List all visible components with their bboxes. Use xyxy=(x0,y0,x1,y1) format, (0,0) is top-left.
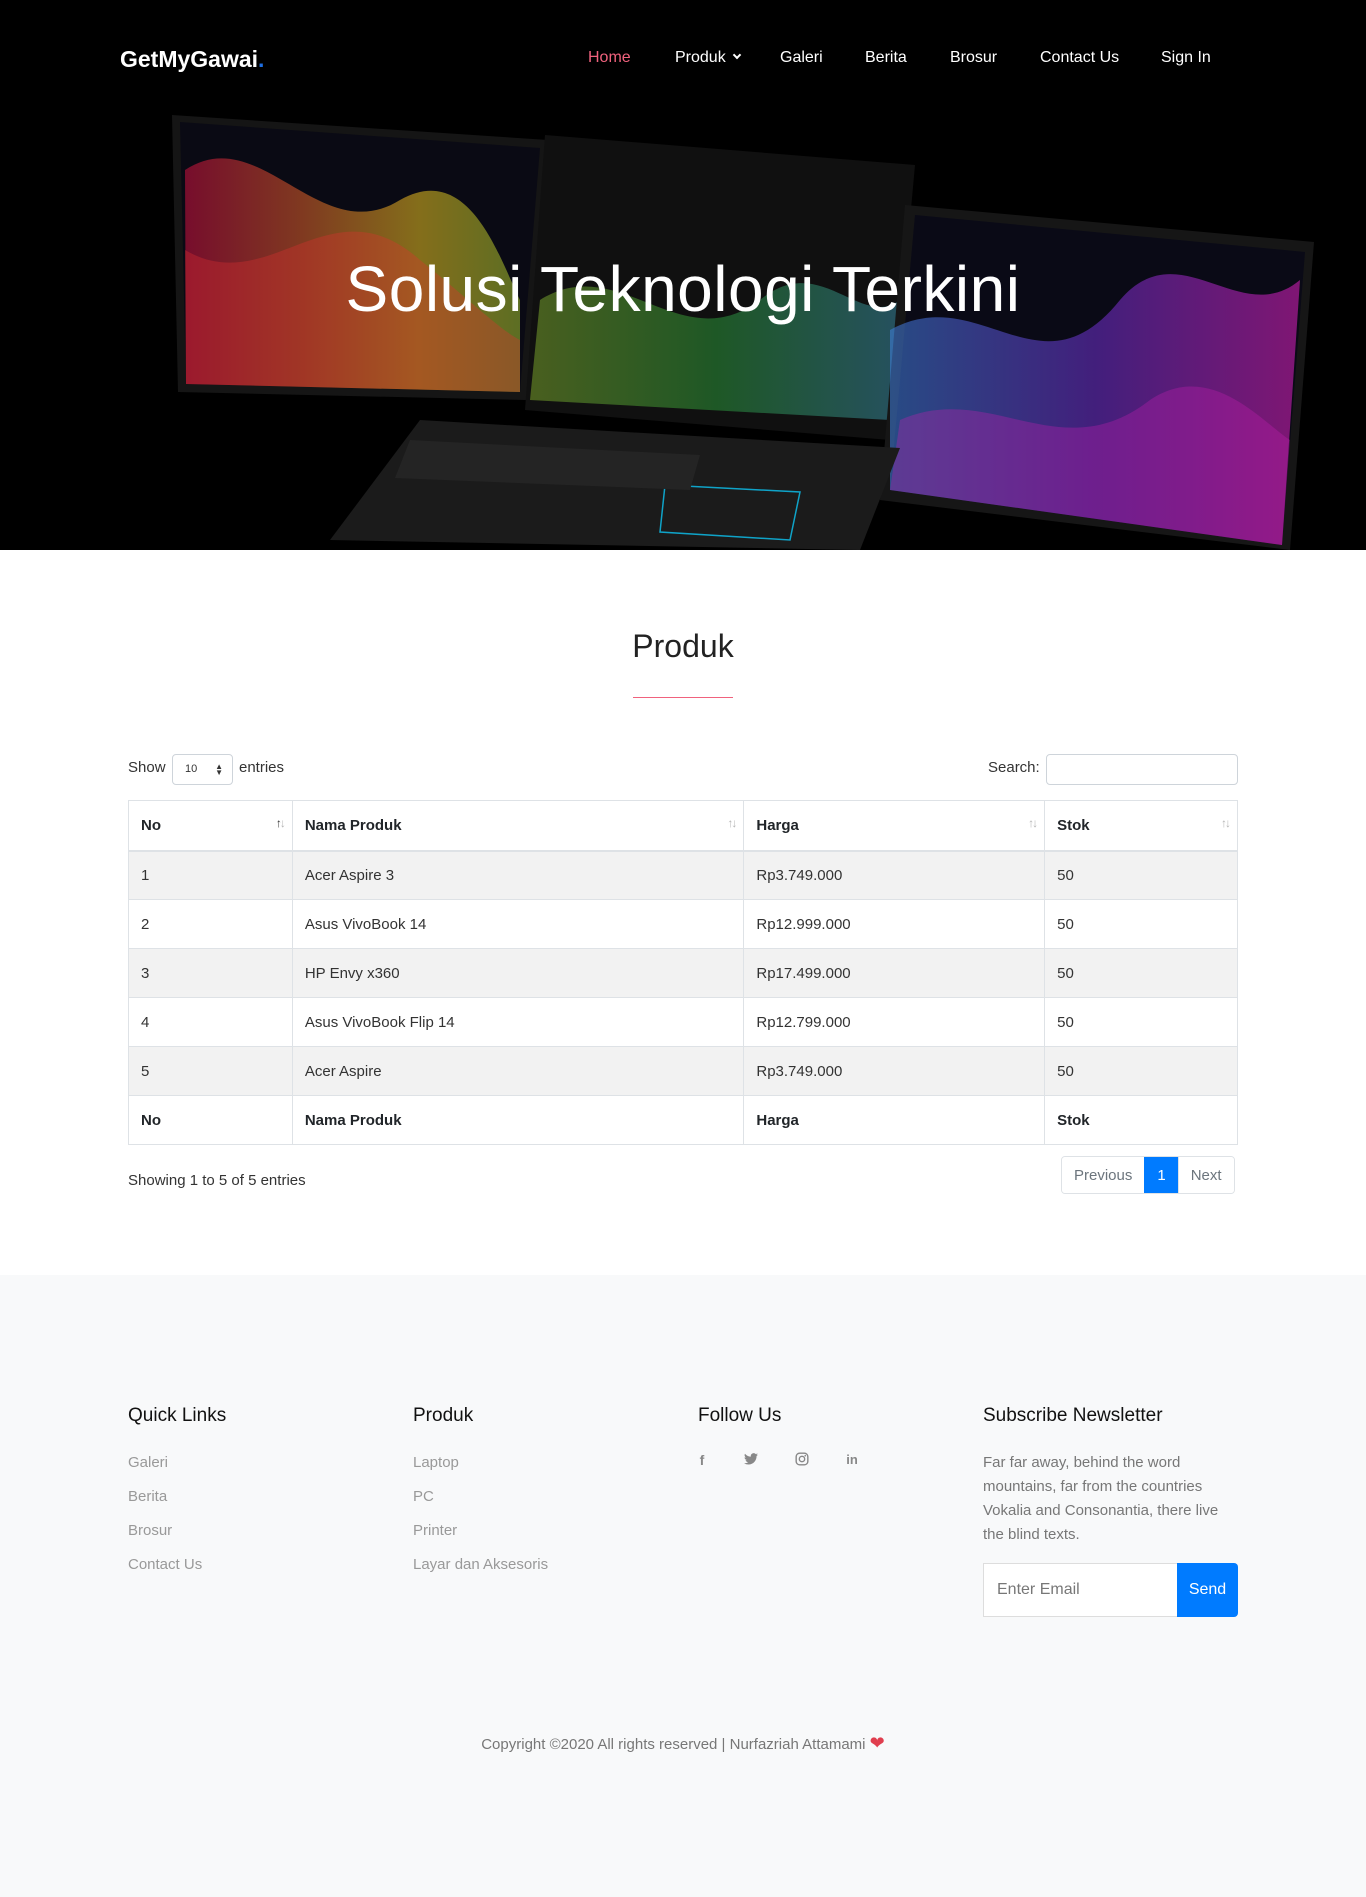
sort-icon: ↑↓ xyxy=(275,816,286,830)
cell-no: 5 xyxy=(128,1046,293,1096)
linkedin-icon[interactable]: in xyxy=(842,1452,862,1467)
search-label: Search: xyxy=(988,759,1040,776)
quick-links-title: Quick Links xyxy=(128,1405,227,1426)
facebook-icon[interactable]: f xyxy=(692,1452,712,1468)
produk-links-title: Produk xyxy=(413,1405,474,1426)
nav-home[interactable]: Home xyxy=(588,49,631,67)
table-row: 4 Asus VivoBook Flip 14 Rp12.799.000 50 xyxy=(128,997,1238,1047)
nav-contact-us[interactable]: Contact Us xyxy=(1040,49,1119,67)
page-1-button[interactable]: 1 xyxy=(1144,1157,1179,1193)
cell-nama-produk: Acer Aspire 3 xyxy=(291,850,745,900)
table-footer-row: No Nama Produk Harga Stok xyxy=(128,1095,1238,1145)
nav-produk[interactable]: Produk xyxy=(675,49,741,67)
nav-berita[interactable]: Berita xyxy=(865,49,907,67)
nav-brosur[interactable]: Brosur xyxy=(950,49,997,67)
cell-stok: 50 xyxy=(1044,850,1238,900)
table-info: Showing 1 to 5 of 5 entries xyxy=(128,1172,306,1189)
cell-harga: Rp3.749.000 xyxy=(743,850,1046,900)
entries-label: entries xyxy=(239,759,285,776)
footer-link-laptop[interactable]: Laptop xyxy=(413,1454,459,1471)
heart-icon: ❤ xyxy=(869,1733,885,1753)
pagination: Previous 1 Next xyxy=(1061,1156,1235,1194)
cell-stok: 50 xyxy=(1044,948,1238,998)
brand-logo[interactable]: GetMyGawai. xyxy=(120,46,264,73)
sort-icon: ↑↓ xyxy=(1028,816,1038,830)
title-divider xyxy=(633,697,733,698)
table-row: 3 HP Envy x360 Rp17.499.000 50 xyxy=(128,948,1238,998)
cell-no: 3 xyxy=(128,948,293,998)
newsletter-title: Subscribe Newsletter xyxy=(983,1405,1163,1426)
cell-no: 2 xyxy=(128,899,293,949)
sort-icon: ↑↓ xyxy=(727,816,737,830)
chevron-down-icon xyxy=(732,50,741,60)
copyright: Copyright ©2020 All rights reserved | Nu… xyxy=(481,1733,885,1753)
cell-no: 1 xyxy=(128,850,293,900)
footer-link-pc[interactable]: PC xyxy=(413,1488,434,1505)
cell-stok: 50 xyxy=(1044,899,1238,949)
instagram-icon[interactable] xyxy=(792,1452,812,1469)
table-row: 5 Acer Aspire Rp3.749.000 50 xyxy=(128,1046,1238,1096)
footer-link-contact-us[interactable]: Contact Us xyxy=(128,1556,202,1573)
cell-harga: Rp12.799.000 xyxy=(743,997,1046,1047)
column-header-nama-produk[interactable]: Nama Produk ↑↓ xyxy=(291,800,745,852)
table-row: 2 Asus VivoBook 14 Rp12.999.000 50 xyxy=(128,899,1238,949)
top-navbar: GetMyGawai. Home Produk Galeri Berita Br… xyxy=(0,0,1366,120)
column-header-stok[interactable]: Stok ↑↓ xyxy=(1044,800,1238,852)
footer-link-berita[interactable]: Berita xyxy=(128,1488,167,1505)
nav-sign-in[interactable]: Sign In xyxy=(1161,49,1211,67)
cell-nama-produk: Asus VivoBook Flip 14 xyxy=(291,997,745,1047)
nav-galeri[interactable]: Galeri xyxy=(780,49,823,67)
hero-title: Solusi Teknologi Terkini xyxy=(345,253,1021,325)
twitter-icon[interactable] xyxy=(741,1452,761,1468)
cell-stok: 50 xyxy=(1044,1046,1238,1096)
footer-harga: Harga xyxy=(743,1095,1046,1145)
column-header-no[interactable]: No ↑↓ xyxy=(128,800,293,852)
cell-nama-produk: Acer Aspire xyxy=(291,1046,745,1096)
cell-nama-produk: Asus VivoBook 14 xyxy=(291,899,745,949)
show-label: Show xyxy=(128,759,166,776)
send-button[interactable]: Send xyxy=(1177,1563,1238,1617)
cell-harga: Rp17.499.000 xyxy=(743,948,1046,998)
search-input[interactable] xyxy=(1046,754,1238,785)
footer-link-printer[interactable]: Printer xyxy=(413,1522,457,1539)
cell-stok: 50 xyxy=(1044,997,1238,1047)
footer-no: No xyxy=(128,1095,293,1145)
table-row: 1 Acer Aspire 3 Rp3.749.000 50 xyxy=(128,850,1238,900)
cell-nama-produk: HP Envy x360 xyxy=(291,948,745,998)
follow-us-title: Follow Us xyxy=(698,1405,782,1426)
footer-nama-produk: Nama Produk xyxy=(291,1095,745,1145)
next-button[interactable]: Next xyxy=(1178,1157,1234,1193)
column-header-harga[interactable]: Harga ↑↓ xyxy=(743,800,1046,852)
footer-stok: Stok xyxy=(1044,1095,1238,1145)
sort-icon: ↑↓ xyxy=(1221,816,1231,830)
previous-button[interactable]: Previous xyxy=(1062,1157,1145,1193)
entries-select[interactable]: 10 ▲ ▼ xyxy=(172,754,233,785)
footer-link-layar-aksesoris[interactable]: Layar dan Aksesoris xyxy=(413,1556,548,1573)
section-title: Produk xyxy=(632,628,734,664)
newsletter-text: Far far away, behind the word mountains,… xyxy=(983,1454,1219,1543)
select-arrows-icon: ▲ ▼ xyxy=(215,762,223,777)
email-input[interactable]: Enter Email xyxy=(983,1563,1177,1617)
cell-harga: Rp3.749.000 xyxy=(743,1046,1046,1096)
footer-link-galeri[interactable]: Galeri xyxy=(128,1454,168,1471)
footer-link-brosur[interactable]: Brosur xyxy=(128,1522,172,1539)
hero-banner: GetMyGawai. Home Produk Galeri Berita Br… xyxy=(0,0,1366,550)
cell-harga: Rp12.999.000 xyxy=(743,899,1046,949)
product-table: No ↑↓ Nama Produk ↑↓ Harga ↑↓ Stok ↑↓ 1 Acer… xyxy=(128,800,1238,1145)
cell-no: 4 xyxy=(128,997,293,1047)
